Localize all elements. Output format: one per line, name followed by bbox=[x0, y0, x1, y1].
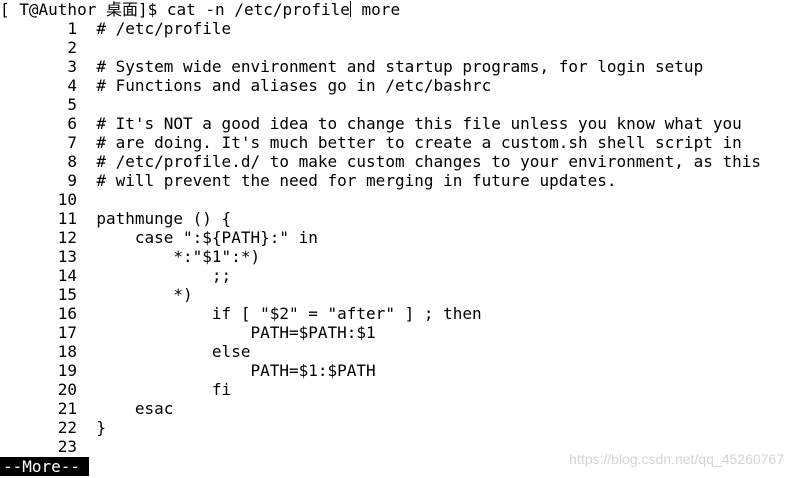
command-text: cat -n /etc/profile bbox=[166, 0, 350, 19]
output-line: 4 # Functions and aliases go in /etc/bas… bbox=[0, 76, 492, 95]
shell-prompt: [ T@Author 桌面]$ bbox=[0, 0, 167, 19]
output-line: 2 bbox=[0, 38, 78, 57]
output-line: 14 ;; bbox=[0, 266, 232, 285]
command-line: [ T@Author 桌面]$ cat -n /etc/profile more bbox=[0, 0, 400, 19]
output-line: 9 # will prevent the need for merging in… bbox=[0, 171, 617, 190]
output-line: 19 PATH=$1:$PATH bbox=[0, 361, 376, 380]
output-line: 23 bbox=[0, 437, 78, 456]
output-line: 12 case ":${PATH}:" in bbox=[0, 228, 318, 247]
output-line: 1 # /etc/profile bbox=[0, 19, 232, 38]
output-line: 16 if [ "$2" = "after" ] ; then bbox=[0, 304, 482, 323]
output-line: 11 pathmunge () { bbox=[0, 209, 232, 228]
output-line: 3 # System wide environment and startup … bbox=[0, 57, 704, 76]
more-pager-prompt[interactable]: --More-- bbox=[0, 457, 90, 476]
output-line: 5 bbox=[0, 95, 78, 114]
text-cursor bbox=[349, 1, 351, 17]
output-line: 7 # are doing. It's much better to creat… bbox=[0, 133, 742, 152]
output-line: 22 } bbox=[0, 418, 106, 437]
output-line: 15 *) bbox=[0, 285, 193, 304]
output-line: 18 else bbox=[0, 342, 251, 361]
output-line: 21 esac bbox=[0, 399, 174, 418]
output-line: 10 bbox=[0, 190, 78, 209]
output-line: 6 # It's NOT a good idea to change this … bbox=[0, 114, 742, 133]
command-text-tail: more bbox=[351, 0, 401, 19]
output-line: 8 # /etc/profile.d/ to make custom chang… bbox=[0, 152, 761, 171]
terminal-window[interactable]: [ T@Author 桌面]$ cat -n /etc/profile more… bbox=[0, 0, 794, 478]
output-line: 17 PATH=$PATH:$1 bbox=[0, 323, 376, 342]
watermark: https://blog.csdn.net/qq_45260767 bbox=[569, 451, 784, 467]
output-line: 20 fi bbox=[0, 380, 232, 399]
output-line: 13 *:"$1":*) bbox=[0, 247, 261, 266]
